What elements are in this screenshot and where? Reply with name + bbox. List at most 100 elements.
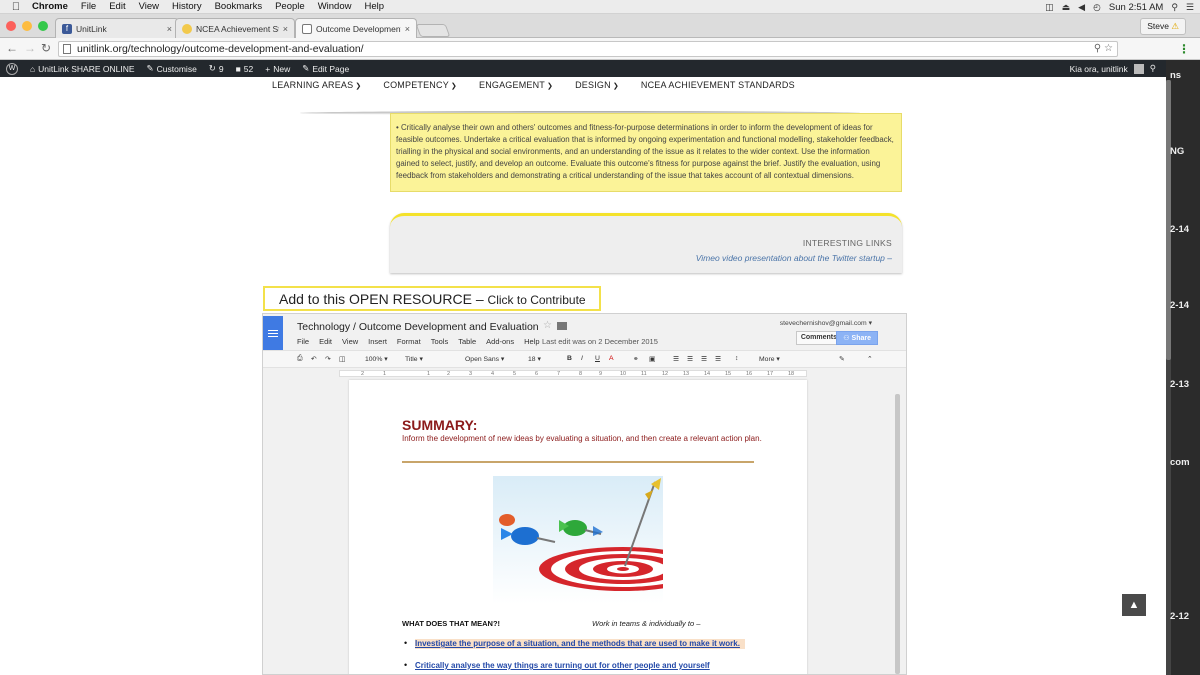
wp-site-link[interactable]: ⌂ UnitLink SHARE ONLINE <box>30 64 135 74</box>
close-tab-icon[interactable]: × <box>405 24 410 34</box>
spotlight-icon[interactable]: ⚲ <box>1171 2 1178 13</box>
doc-scrollbar[interactable] <box>895 394 900 674</box>
account-email[interactable]: stevechernishov@gmail.com ▾ <box>780 319 872 327</box>
folder-icon[interactable] <box>557 322 567 330</box>
comment-icon[interactable]: ▣ <box>649 355 655 363</box>
page-info-icon[interactable] <box>63 44 71 54</box>
underline-icon[interactable]: U <box>595 355 600 362</box>
nav-ncea-achievement-standards[interactable]: NCEA ACHIEVEMENT STANDARDS <box>641 80 795 90</box>
doc-menu-help[interactable]: Help <box>524 337 539 346</box>
nav-learning-areas[interactable]: LEARNING AREAS ❯ <box>272 80 361 90</box>
new-tab-button[interactable] <box>415 24 451 37</box>
undo-icon[interactable]: ↶ <box>311 355 317 363</box>
wp-new-link[interactable]: + New <box>265 64 290 74</box>
search-icon[interactable]: ⚲ <box>1094 43 1101 54</box>
doc-menu-format[interactable]: Format <box>397 337 421 346</box>
menu-app-name[interactable]: Chrome <box>32 1 68 12</box>
style-select[interactable]: Title ▾ <box>405 355 423 363</box>
nav-design[interactable]: DESIGN ❯ <box>575 80 619 90</box>
back-icon[interactable]: ← <box>6 41 18 55</box>
time-machine-icon[interactable]: ◴ <box>1093 2 1101 13</box>
last-edit-text[interactable]: Last edit was on 2 December 2015 <box>542 337 658 346</box>
notification-icon[interactable]: ☰ <box>1186 2 1194 13</box>
doc-page[interactable]: SUMMARY: Inform the development of new i… <box>349 380 807 674</box>
comments-button[interactable]: Comments <box>795 331 842 345</box>
doc-menu-insert[interactable]: Insert <box>368 337 387 346</box>
align-right-icon[interactable]: ☰ <box>701 355 707 363</box>
chrome-menu-icon[interactable]: ⋮ <box>1178 42 1190 56</box>
eject-icon[interactable]: ⏏ <box>1062 2 1071 13</box>
forward-icon[interactable]: → <box>24 41 36 55</box>
back-to-top-button[interactable]: ▲ <box>1122 594 1146 616</box>
zoom-select[interactable]: 100% ▾ <box>365 355 388 363</box>
reload-icon[interactable]: ↻ <box>41 41 51 55</box>
italic-icon[interactable]: I <box>581 355 583 362</box>
profile-button[interactable]: Steve ⚠ <box>1140 18 1186 35</box>
nav-competency[interactable]: COMPETENCY ❯ <box>383 80 457 90</box>
wp-comments-link[interactable]: ■ 52 <box>236 64 254 74</box>
nav-engagement[interactable]: ENGAGEMENT ❯ <box>479 80 553 90</box>
menu-file[interactable]: File <box>81 1 96 12</box>
bold-icon[interactable]: B <box>567 355 572 362</box>
link-icon[interactable]: ⚭ <box>633 355 639 363</box>
wp-customise-link[interactable]: ✎ Customise <box>147 63 197 74</box>
page-scrollbar-thumb[interactable] <box>1166 80 1171 360</box>
wp-updates-link[interactable]: ↻ 9 <box>209 63 224 74</box>
tab-unitlink[interactable]: f UnitLink × <box>55 18 179 38</box>
doc-menu-edit[interactable]: Edit <box>319 337 332 346</box>
collapse-toolbar-icon[interactable]: ⌃ <box>867 355 873 363</box>
menu-people[interactable]: People <box>275 1 305 12</box>
doc-menu-tools[interactable]: Tools <box>431 337 449 346</box>
volume-icon[interactable]: ◀ <box>1078 2 1085 13</box>
menu-help[interactable]: Help <box>364 1 384 12</box>
redo-icon[interactable]: ↷ <box>325 355 331 363</box>
edit-mode-icon[interactable]: ✎ <box>839 355 845 363</box>
maximize-window-icon[interactable] <box>38 21 48 31</box>
font-size-select[interactable]: 18 ▾ <box>528 355 541 363</box>
doc-menu-table[interactable]: Table <box>458 337 476 346</box>
bookmark-star-icon[interactable]: ☆ <box>1104 43 1113 54</box>
vimeo-link[interactable]: Vimeo video presentation about the Twitt… <box>696 253 892 263</box>
wordpress-logo-icon[interactable]: W <box>6 62 18 75</box>
clock[interactable]: Sun 2:51 AM <box>1109 2 1163 13</box>
display-icon[interactable]: ◫ <box>1045 2 1054 13</box>
paint-format-icon[interactable]: ◫ <box>339 355 345 363</box>
avatar[interactable] <box>1133 63 1144 74</box>
apple-icon[interactable]:  <box>0 1 32 13</box>
tab-ncea[interactable]: NCEA Achievement Standa × <box>175 18 295 38</box>
doc-menu-addons[interactable]: Add-ons <box>486 337 514 346</box>
doc-menu-file[interactable]: File <box>297 337 309 346</box>
share-button[interactable]: ⚇ Share <box>836 331 878 345</box>
docs-logo-icon[interactable] <box>263 316 283 350</box>
menu-view[interactable]: View <box>139 1 159 12</box>
close-window-icon[interactable] <box>6 21 16 31</box>
star-icon[interactable]: ☆ <box>543 320 552 331</box>
menu-bookmarks[interactable]: Bookmarks <box>215 1 263 12</box>
align-justify-icon[interactable]: ☰ <box>715 355 721 363</box>
url-bar[interactable]: unitlink.org/technology/outcome-developm… <box>58 41 1118 57</box>
doc-menu-view[interactable]: View <box>342 337 358 346</box>
close-tab-icon[interactable]: × <box>167 24 172 34</box>
menu-edit[interactable]: Edit <box>109 1 125 12</box>
menu-window[interactable]: Window <box>318 1 352 12</box>
wp-comments-count: 52 <box>243 63 254 74</box>
more-button[interactable]: More ▾ <box>759 355 780 363</box>
text-color-icon[interactable]: A <box>609 355 614 362</box>
bullet-link-critically-analyse[interactable]: Critically analyse the way things are tu… <box>415 661 755 671</box>
line-spacing-icon[interactable]: ↕ <box>735 355 738 362</box>
menu-history[interactable]: History <box>172 1 202 12</box>
search-icon[interactable]: ⚲ <box>1150 63 1156 74</box>
contribute-button[interactable]: Add to this OPEN RESOURCE – Click to Con… <box>263 286 601 311</box>
doc-title[interactable]: Technology / Outcome Development and Eva… <box>297 321 539 333</box>
font-select[interactable]: Open Sans ▾ <box>465 355 504 363</box>
ruler-bar[interactable] <box>339 370 807 377</box>
tab-outcome-development[interactable]: Outcome Development and × <box>295 18 417 39</box>
align-left-icon[interactable]: ☰ <box>673 355 679 363</box>
bullet-link-investigate[interactable]: Investigate the purpose of a situation, … <box>415 639 745 649</box>
wp-edit-page-link[interactable]: ✎ Edit Page <box>302 63 349 74</box>
wp-greeting[interactable]: Kia ora, unitlink <box>1070 64 1128 74</box>
print-icon[interactable]: ⎙ <box>297 355 302 363</box>
close-tab-icon[interactable]: × <box>283 24 288 34</box>
align-center-icon[interactable]: ☰ <box>687 355 693 363</box>
minimize-window-icon[interactable] <box>22 21 32 31</box>
